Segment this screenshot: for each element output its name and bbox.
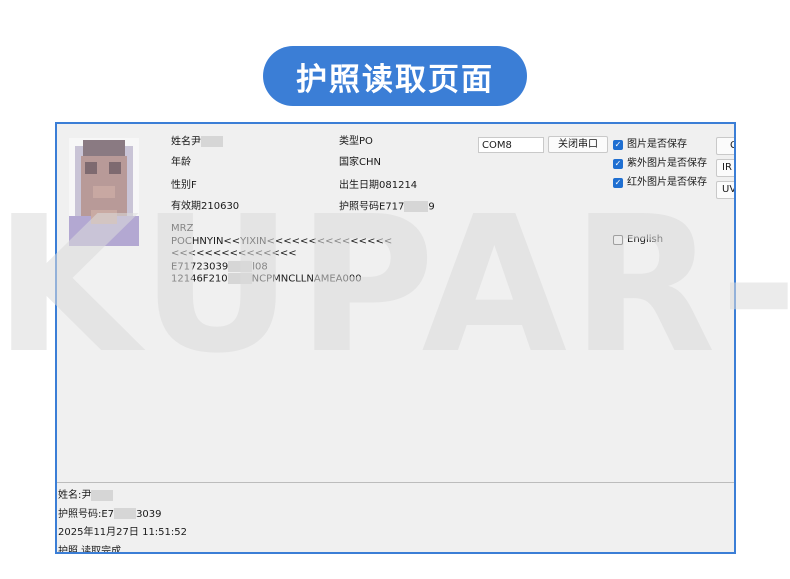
side-button-ir-label: IR — [722, 162, 732, 173]
side-button-c-label: C — [730, 140, 734, 151]
log-name-text: 姓名:尹 — [58, 490, 92, 501]
english-check-icon — [613, 235, 623, 245]
age-label: 年龄 — [171, 157, 191, 168]
reader-window: 姓名尹 年龄 性别F 有效期210630 类型PO 国家CHN 出生日期0812… — [55, 122, 736, 554]
log-name-line: 姓名:尹 — [58, 487, 187, 506]
log-name-redaction — [91, 489, 114, 501]
mrz-line-2: <<<<<<<<<<<<<<< — [171, 248, 297, 259]
passport-number-label: 护照号码 — [339, 201, 379, 213]
passport-number-suffix: 9 — [428, 201, 435, 213]
log-passport-line: 护照号码:E7 3039 — [58, 506, 187, 525]
mrz-line-4-redaction — [227, 273, 252, 284]
log-divider — [57, 482, 734, 483]
name-redaction — [201, 136, 223, 147]
age-field: 年龄 — [171, 157, 191, 169]
save-photo-check-icon: ✓ — [613, 140, 623, 150]
mrz-line-3: E71723039 l08 — [171, 260, 392, 274]
mrz-line-1: POCHNYIN<<YIXIN<<<<<<<<<<<<<<< — [171, 235, 393, 247]
save-uv-check-icon: ✓ — [613, 159, 623, 169]
side-button-uv-label: UV — [722, 184, 736, 195]
save-ir-checkbox[interactable]: ✓ 红外图片是否保存 — [613, 177, 707, 189]
mrz-line-3-suffix: l08 — [252, 261, 268, 272]
dob-label: 出生日期 — [339, 180, 379, 191]
side-button-c[interactable]: C — [716, 137, 734, 155]
passport-photo — [69, 138, 139, 246]
expiry-label: 有效期 — [171, 201, 201, 212]
page-title-banner: 护照读取页面 — [263, 46, 527, 106]
save-photo-label: 图片是否保存 — [627, 139, 687, 150]
log-passport-suffix: 3039 — [136, 508, 162, 520]
side-button-ir[interactable]: IR — [716, 159, 734, 177]
close-port-label: 关闭串口 — [558, 139, 598, 150]
serial-port-value: COM8 — [482, 140, 512, 151]
mrz-line-4-suffix: NCPMNCLLNAMEA000 — [251, 273, 362, 285]
type-value: PO — [359, 136, 373, 147]
type-label: 类型 — [339, 136, 359, 147]
log-status: 护照 读取完成 — [58, 545, 122, 554]
side-button-uv[interactable]: UV — [716, 181, 736, 199]
gender-label: 性别 — [171, 180, 191, 191]
nation-value: CHN — [359, 157, 381, 168]
save-uv-label: 紫外图片是否保存 — [627, 158, 707, 169]
mrz-line-3-prefix: E71723039 — [171, 261, 229, 272]
english-label: English — [627, 234, 664, 245]
log-passport-prefix: 护照号码:E7 — [58, 508, 115, 520]
english-checkbox[interactable]: English — [613, 234, 663, 246]
save-ir-label: 红外图片是否保存 — [627, 177, 707, 188]
log-panel: 姓名:尹 护照号码:E7 3039 2025年11月27日 11:51:52 护照… — [58, 487, 187, 554]
gender-value: F — [191, 180, 197, 191]
name-field: 姓名尹 — [171, 136, 223, 149]
nation-field: 国家CHN — [339, 157, 381, 169]
gender-field: 性别F — [171, 180, 197, 192]
passport-number-redaction — [404, 201, 429, 212]
passport-number-prefix: E717 — [379, 201, 405, 213]
dob-field: 出生日期081214 — [339, 180, 417, 192]
passport-number-field: 护照号码E717 9 — [339, 201, 435, 214]
log-timestamp: 2025年11月27日 11:51:52 — [58, 527, 187, 538]
mrz-block: MRZ POCHNYIN<<YIXIN<<<<<<<<<<<<<<< <<<<<… — [171, 223, 392, 286]
name-label: 姓名 — [171, 136, 191, 148]
serial-port-input[interactable]: COM8 — [478, 137, 544, 153]
nation-label: 国家 — [339, 157, 359, 168]
expiry-value: 210630 — [201, 201, 240, 212]
mrz-label: MRZ — [171, 223, 194, 234]
type-field: 类型PO — [339, 136, 373, 148]
mrz-line-4: 12146F210 NCPMNCLLNAMEA000 — [171, 273, 392, 286]
page-title: 护照读取页面 — [296, 61, 494, 98]
dob-value: 081214 — [379, 180, 418, 191]
save-ir-check-icon: ✓ — [613, 178, 623, 188]
save-photo-checkbox[interactable]: ✓ 图片是否保存 — [613, 139, 687, 151]
log-passport-redaction — [114, 508, 137, 519]
close-port-button[interactable]: 关闭串口 — [548, 136, 608, 153]
mrz-line-3-redaction — [228, 260, 253, 272]
name-value: 尹 — [191, 136, 201, 148]
save-uv-checkbox[interactable]: ✓ 紫外图片是否保存 — [613, 158, 707, 170]
mrz-line-4-prefix: 12146F210 — [171, 273, 228, 285]
expiry-field: 有效期210630 — [171, 201, 239, 213]
